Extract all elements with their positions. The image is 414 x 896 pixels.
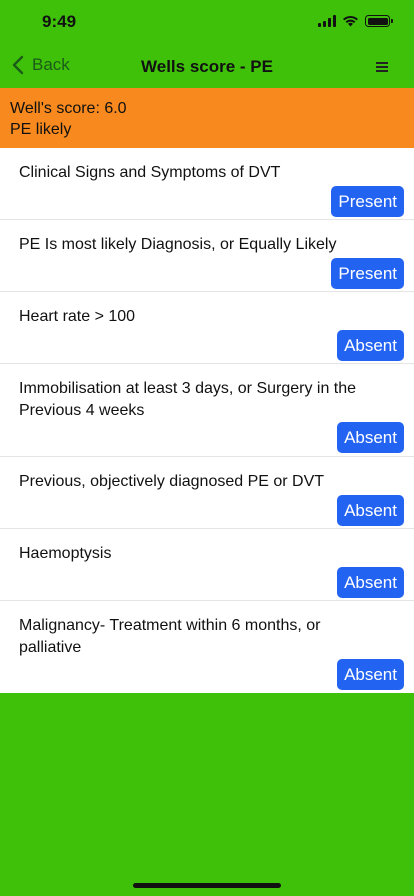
criterion-row-haemoptysis: Haemoptysis Absent — [0, 529, 414, 601]
criterion-label: Previous, objectively diagnosed PE or DV… — [19, 473, 325, 490]
pe-likely-toggle-button[interactable]: Present — [331, 258, 404, 289]
criterion-row-dvt-signs: Clinical Signs and Symptoms of DVT Prese… — [0, 148, 414, 220]
battery-icon — [365, 15, 393, 27]
status-icons — [318, 15, 393, 27]
status-bar: 9:49 — [0, 0, 414, 44]
score-interpretation: PE likely — [10, 121, 72, 138]
criteria-list: Clinical Signs and Symptoms of DVT Prese… — [0, 148, 414, 693]
home-indicator — [133, 883, 281, 888]
malignancy-toggle-button[interactable]: Absent — [337, 659, 404, 690]
criterion-row-previous-pe-dvt: Previous, objectively diagnosed PE or DV… — [0, 457, 414, 529]
haemoptysis-toggle-button[interactable]: Absent — [337, 567, 404, 598]
previous-pe-dvt-toggle-button[interactable]: Absent — [337, 495, 404, 526]
criterion-label: Clinical Signs and Symptoms of DVT — [19, 164, 281, 181]
score-value: Well's score: 6.0 — [10, 100, 127, 117]
criterion-label: Immobilisation at least 3 days, or Surge… — [19, 380, 357, 419]
criterion-row-immobilisation: Immobilisation at least 3 days, or Surge… — [0, 364, 414, 457]
dvt-signs-toggle-button[interactable]: Present — [331, 186, 404, 217]
hamburger-menu-icon[interactable] — [376, 61, 388, 73]
cellular-signal-icon — [318, 15, 336, 27]
heart-rate-toggle-button[interactable]: Absent — [337, 330, 404, 361]
score-banner: Well's score: 6.0 PE likely — [0, 88, 414, 148]
status-time: 9:49 — [42, 12, 77, 31]
criterion-label: Haemoptysis — [19, 545, 112, 562]
criterion-row-pe-likely: PE Is most likely Diagnosis, or Equally … — [0, 220, 414, 292]
criterion-label: Malignancy- Treatment within 6 months, o… — [19, 617, 321, 656]
nav-bar: Back Wells score - PE — [0, 44, 414, 88]
immobilisation-toggle-button[interactable]: Absent — [337, 422, 404, 453]
criterion-row-heart-rate: Heart rate > 100 Absent — [0, 292, 414, 364]
page-title: Wells score - PE — [141, 57, 273, 76]
criterion-label: Heart rate > 100 — [19, 308, 136, 325]
wifi-icon — [343, 15, 358, 27]
criterion-row-malignancy: Malignancy- Treatment within 6 months, o… — [0, 601, 414, 693]
criterion-label: PE Is most likely Diagnosis, or Equally … — [19, 236, 337, 253]
